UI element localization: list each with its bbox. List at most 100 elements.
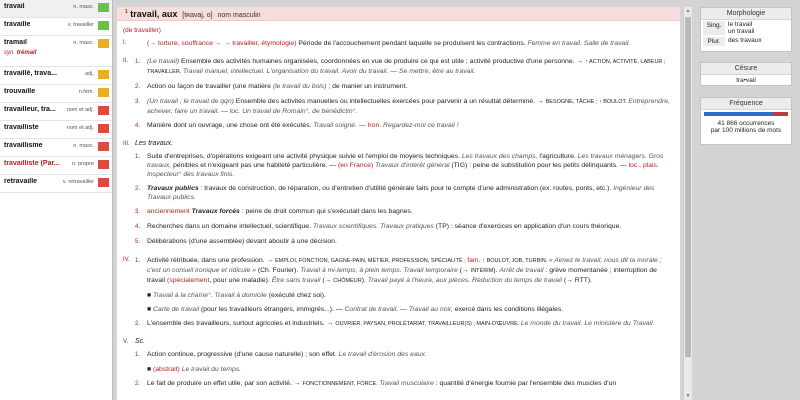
def-fragment: L'ensemble des travailleurs, surtout agr… <box>147 320 336 327</box>
frequency-bar <box>704 112 788 116</box>
definition-text: Action ou façon de travailler (une matiè… <box>147 82 674 92</box>
definition-text: L'ensemble des travailleurs, surtout agr… <box>147 319 674 329</box>
article-section: IV. 1. Activité rétribuée, dans une profes… <box>123 256 674 334</box>
hyphenation-title: Césure <box>701 63 791 75</box>
plural-form: des travaux <box>728 37 762 44</box>
def-fragment: Le travail d'érosion des eaux. <box>338 351 427 358</box>
word-list-gram: nom et adj. <box>66 125 94 131</box>
word-list-word: travail <box>4 3 25 10</box>
section-number: III. <box>123 141 130 147</box>
def-fragment: Travail manuel, intellectuel. L'organisa… <box>182 68 476 75</box>
def-fragment: (→ <box>322 277 334 284</box>
headword: 1 travail, aux <box>125 9 177 19</box>
article-scrollbar[interactable]: ▲ ▼ <box>683 7 692 400</box>
frequency-square-icon <box>98 106 109 115</box>
word-list-word: tramail <box>4 39 27 46</box>
definition-number <box>135 39 147 48</box>
word-list-item[interactable]: tramail n. masc. syn. trémail <box>0 36 112 67</box>
word-list-gram: n. masc. <box>73 4 94 10</box>
word-list-gram: nom et adj. <box>66 107 94 113</box>
word-list-word: travailleur, tra... <box>4 106 56 113</box>
def-fragment[interactable]: emploi, fonction, gagne-pain, métier, pr… <box>275 258 467 264</box>
def-fragment: Regardez-moi ce travail ! <box>383 122 459 129</box>
def-fragment: (spécialement <box>167 277 210 284</box>
scroll-up-arrow-icon[interactable]: ▲ <box>684 7 692 15</box>
word-list-word: trouvaille <box>4 88 36 95</box>
frequency-unit: par 100 millions de mots <box>710 127 782 134</box>
def-fragment: (en France) <box>338 162 376 169</box>
def-fragment: (TIG) : peine de substitution pour les p… <box>451 162 629 169</box>
singular-row: Sing. le travail un travail <box>701 20 791 36</box>
def-fragment: Travaux scientifiques. Travaux pratiques <box>312 223 436 230</box>
article-section: III. Les travaux. 1. Suite d'entreprises, d… <box>123 140 674 252</box>
def-fragment: Action continue, progressive (d'une caus… <box>147 351 339 358</box>
word-list-item[interactable]: travaillé, trava... adj. <box>0 67 112 85</box>
def-fragment[interactable]: fonctionnement, force. <box>303 381 380 387</box>
def-fragment: Travail à la chaîne°. Travail à domicile <box>153 292 269 299</box>
def-fragment: Les travaux des champs, <box>461 153 540 160</box>
definition-text: anciennement Travaux forcés : peine de d… <box>147 207 674 217</box>
def-fragment[interactable]: ouvrier, paysan, prolétariat, travailleu… <box>335 321 521 327</box>
pronunciation: [tʀavaj, o] <box>182 12 213 19</box>
morphology-panel: Morphologie Sing. le travail un travail … <box>700 7 792 52</box>
article-section: I. (→ torture, souffrance → → travailler,… <box>123 39 674 53</box>
def-fragment[interactable]: intérim <box>471 268 494 274</box>
def-fragment: Iron. <box>367 122 384 129</box>
definition: 4. Recherches dans un domaine intellectue… <box>135 222 674 232</box>
definition: 3. anciennement Travaux forcés : peine de… <box>135 207 674 217</box>
definition-number: 1. <box>135 59 141 65</box>
def-fragment: Le monde du travail. Le ministère du Tra… <box>520 320 655 327</box>
word-list-variant: syn. trémail <box>4 50 109 56</box>
definition-number: 3. <box>135 99 141 105</box>
definition-text: Manière dont un ouvrage, une chose ont é… <box>147 121 674 131</box>
def-fragment: Action ou façon de travailler (une matiè… <box>147 83 273 90</box>
singular-form: le travail <box>728 21 753 28</box>
frequency-square-icon <box>98 88 109 97</box>
definition-number: 2. <box>135 381 141 387</box>
definition-text: Le fait de produire un effet utile, par … <box>147 379 674 389</box>
plural-label: Plur. <box>703 37 725 46</box>
definition: 2. Travaux publics : travaux de construct… <box>135 184 674 202</box>
frequency-occurrences: 41 866 occurrences <box>717 120 775 127</box>
definition: 1. Activité rétribuée, dans une professio… <box>135 256 674 286</box>
frequency-square-icon <box>98 70 109 79</box>
definition-number: 2. <box>135 321 141 327</box>
scroll-down-arrow-icon[interactable]: ▼ <box>684 392 692 400</box>
singular-form: un travail <box>728 28 755 35</box>
word-list-gram: v. travailler <box>67 22 94 28</box>
def-fragment[interactable]: ↑ boulot, job, turbin. <box>482 258 549 264</box>
definition-text: (Le travail) Ensemble des activités huma… <box>147 57 674 77</box>
frequency-square-icon <box>98 39 109 48</box>
def-fragment: Recherches dans un domaine intellectuel,… <box>147 223 313 230</box>
singular-forms: le travail un travail <box>728 21 754 35</box>
definition-text: (→ torture, souffrance → → travailler, é… <box>147 39 674 48</box>
definition: 1. (Le travail) Ensemble des activités hu… <box>135 57 674 77</box>
def-fragment: Ensemble des activités manuelles ou inte… <box>235 98 546 105</box>
def-fragment: (Un travail ; le travail de qqn) <box>147 98 236 105</box>
word-list-word: retravaille <box>4 178 38 185</box>
def-fragment[interactable]: chômeur <box>333 278 361 284</box>
def-fragment: Arrêt de travail <box>499 267 546 274</box>
word-list-item[interactable]: travail n. masc. <box>0 0 112 18</box>
def-fragment: Femme en travail. Salle de travail. <box>527 40 631 47</box>
word-list-item[interactable]: travailliste nom et adj. <box>0 121 112 139</box>
def-fragment: Inspecteur° des travaux finis. <box>147 171 235 178</box>
word-list-item[interactable]: travaille v. travailler <box>0 18 112 36</box>
headword-bar: 1 travail, aux [tʀavaj, o] nom masculin <box>117 7 680 21</box>
frequency-square-icon <box>98 21 109 30</box>
def-fragment: Carte de travail <box>153 306 201 313</box>
word-list-item[interactable]: travailliste (Par... n. propre <box>0 157 112 175</box>
word-list-item[interactable]: travailleur, tra... nom et adj. <box>0 103 112 121</box>
sub-definition: ■ Carte de travail (pour les travailleur… <box>147 306 564 313</box>
def-fragment: ; de manier un instrument. <box>326 83 408 90</box>
word-list-item[interactable]: travaillisme n. masc. <box>0 139 112 157</box>
word-list-item[interactable]: trouvaille n.fém. <box>0 85 112 103</box>
definition-number: 2. <box>135 84 141 90</box>
scroll-thumb[interactable] <box>685 17 691 357</box>
word-list-item[interactable]: retravaille v. retravailler <box>0 175 112 193</box>
frequency-square-icon <box>98 160 109 169</box>
frequency-bar-rest <box>772 112 788 116</box>
article-section: II. 1. (Le travail) Ensemble des activités… <box>123 57 674 136</box>
def-fragment[interactable]: besogne, tâche ; ↑ boulot. <box>546 99 629 105</box>
def-fragment: (abstrait) <box>153 366 182 373</box>
